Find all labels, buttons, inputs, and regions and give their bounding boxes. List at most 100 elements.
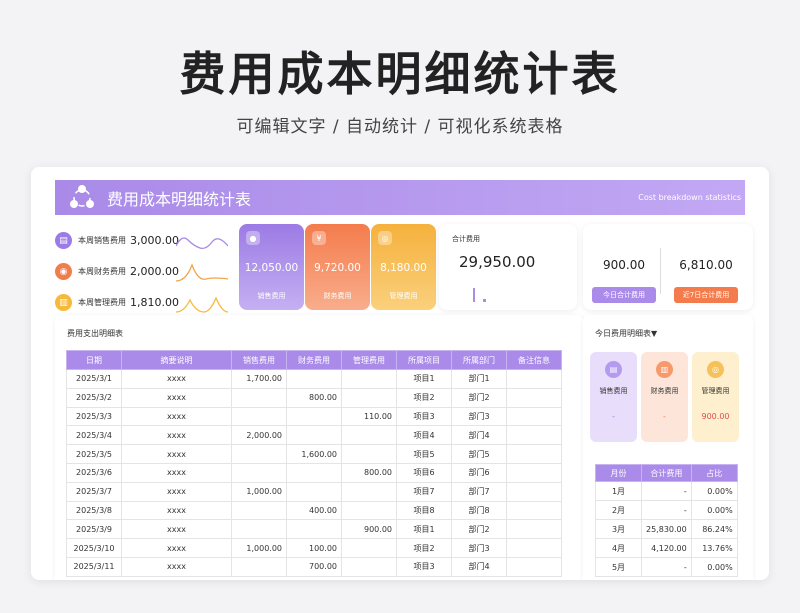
table-cell[interactable]: [231, 387, 287, 408]
table-cell[interactable]: xxxx: [121, 387, 232, 408]
table-cell[interactable]: 项目1: [396, 369, 452, 389]
table-cell[interactable]: 项目8: [396, 500, 452, 521]
table-cell[interactable]: 部门2: [451, 387, 507, 408]
table-cell[interactable]: 86.24%: [690, 519, 738, 539]
table-cell[interactable]: [506, 500, 562, 521]
table-cell[interactable]: 400.00: [286, 500, 342, 521]
table-cell[interactable]: 项目4: [396, 425, 452, 446]
table-cell[interactable]: 900.00: [341, 519, 397, 540]
table-cell[interactable]: 项目6: [396, 462, 452, 483]
table-cell[interactable]: [506, 369, 562, 389]
table-cell[interactable]: 2025/3/11: [66, 556, 122, 577]
table-cell[interactable]: [231, 444, 287, 464]
table-cell[interactable]: 3月: [595, 519, 642, 539]
table-cell[interactable]: 项目5: [396, 444, 452, 464]
table-cell[interactable]: [506, 519, 562, 540]
table-cell[interactable]: 5月: [595, 557, 642, 577]
table-cell[interactable]: [286, 519, 342, 540]
table-cell[interactable]: 部门1: [451, 369, 507, 389]
table-cell[interactable]: 部门4: [451, 425, 507, 446]
table-cell[interactable]: 项目1: [396, 519, 452, 540]
table-cell[interactable]: [341, 444, 397, 464]
table-cell[interactable]: 2025/3/3: [66, 406, 122, 427]
table-cell[interactable]: [341, 500, 397, 521]
table-cell[interactable]: [506, 425, 562, 446]
table-cell[interactable]: xxxx: [121, 425, 232, 446]
table-cell[interactable]: 部门3: [451, 406, 507, 427]
table-cell[interactable]: 25,830.00: [641, 519, 692, 539]
table-cell[interactable]: [286, 406, 342, 427]
table-cell[interactable]: 2025/3/2: [66, 387, 122, 408]
table-cell[interactable]: [231, 500, 287, 521]
table-cell[interactable]: 部门2: [451, 519, 507, 540]
table-cell[interactable]: [506, 556, 562, 577]
table-cell[interactable]: xxxx: [121, 519, 232, 540]
table-cell[interactable]: 110.00: [341, 406, 397, 427]
table-cell[interactable]: xxxx: [121, 369, 232, 389]
table-cell[interactable]: xxxx: [121, 444, 232, 464]
table-cell[interactable]: [341, 538, 397, 558]
table-cell[interactable]: 700.00: [286, 556, 342, 577]
table-cell[interactable]: [231, 406, 287, 427]
table-cell[interactable]: -: [641, 557, 692, 577]
table-cell[interactable]: 13.76%: [690, 538, 738, 558]
table-cell[interactable]: 2025/3/4: [66, 425, 122, 446]
table-cell[interactable]: 部门8: [451, 500, 507, 521]
table-cell[interactable]: 1,600.00: [286, 444, 342, 464]
table-cell[interactable]: [341, 481, 397, 502]
table-cell[interactable]: 800.00: [341, 462, 397, 483]
table-cell[interactable]: [506, 538, 562, 558]
table-cell[interactable]: 项目3: [396, 556, 452, 577]
table-cell[interactable]: 4,120.00: [641, 538, 692, 558]
table-cell[interactable]: 2,000.00: [231, 425, 287, 446]
table-cell[interactable]: 2月: [595, 500, 642, 520]
table-cell[interactable]: 2025/3/10: [66, 538, 122, 558]
table-cell[interactable]: [341, 369, 397, 389]
table-cell[interactable]: 2025/3/8: [66, 500, 122, 521]
table-cell[interactable]: 0.00%: [690, 557, 738, 577]
table-cell[interactable]: 部门4: [451, 556, 507, 577]
table-cell[interactable]: [286, 369, 342, 389]
table-cell[interactable]: [341, 556, 397, 577]
table-cell[interactable]: 1,000.00: [231, 481, 287, 502]
table-cell[interactable]: 2025/3/9: [66, 519, 122, 540]
table-cell[interactable]: xxxx: [121, 500, 232, 521]
table-cell[interactable]: xxxx: [121, 556, 232, 577]
table-cell[interactable]: [286, 425, 342, 446]
table-cell[interactable]: 部门3: [451, 538, 507, 558]
table-cell[interactable]: 1,700.00: [231, 369, 287, 389]
table-cell[interactable]: 2025/3/7: [66, 481, 122, 502]
table-cell[interactable]: 项目3: [396, 406, 452, 427]
table-cell[interactable]: [231, 556, 287, 577]
table-cell[interactable]: xxxx: [121, 462, 232, 483]
table-cell[interactable]: 100.00: [286, 538, 342, 558]
table-cell[interactable]: -: [641, 500, 692, 520]
table-cell[interactable]: 2025/3/6: [66, 462, 122, 483]
table-cell[interactable]: xxxx: [121, 538, 232, 558]
table-cell[interactable]: 0.00%: [690, 500, 738, 520]
table-cell[interactable]: [506, 406, 562, 427]
table-cell[interactable]: [231, 519, 287, 540]
week-total-button[interactable]: 近7日合计费用: [674, 287, 738, 303]
table-cell[interactable]: 项目7: [396, 481, 452, 502]
table-cell[interactable]: 部门5: [451, 444, 507, 464]
today-detail-dropdown[interactable]: 今日费用明细表▼: [595, 328, 657, 339]
table-cell[interactable]: 2025/3/1: [66, 369, 122, 389]
table-cell[interactable]: 项目2: [396, 538, 452, 558]
table-cell[interactable]: 2025/3/5: [66, 444, 122, 464]
table-cell[interactable]: xxxx: [121, 406, 232, 427]
table-cell[interactable]: [341, 387, 397, 408]
table-cell[interactable]: [506, 444, 562, 464]
table-cell[interactable]: [341, 425, 397, 446]
table-cell[interactable]: 800.00: [286, 387, 342, 408]
table-cell[interactable]: [286, 462, 342, 483]
table-cell[interactable]: 0.00%: [690, 481, 738, 501]
table-cell[interactable]: 1月: [595, 481, 642, 501]
table-cell[interactable]: [506, 462, 562, 483]
table-cell[interactable]: 部门7: [451, 481, 507, 502]
table-cell[interactable]: [506, 387, 562, 408]
table-cell[interactable]: 4月: [595, 538, 642, 558]
table-cell[interactable]: 1,000.00: [231, 538, 287, 558]
table-cell[interactable]: [231, 462, 287, 483]
today-total-button[interactable]: 今日合计费用: [592, 287, 656, 303]
